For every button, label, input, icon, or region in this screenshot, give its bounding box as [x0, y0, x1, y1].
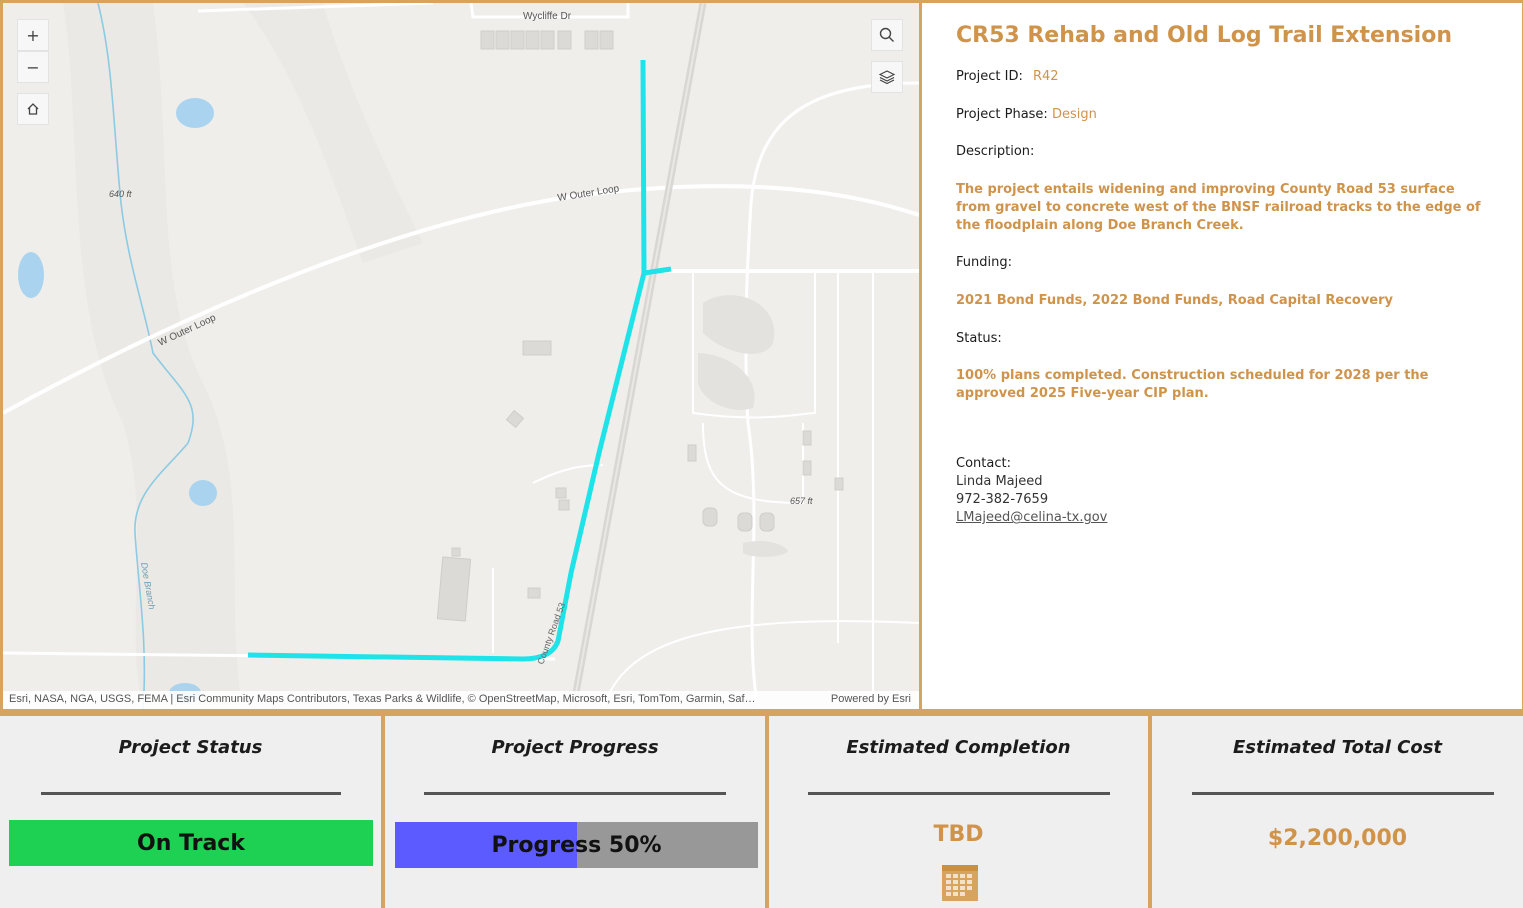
contact-name: Linda Majeed — [956, 474, 1043, 490]
status-text: 100% plans completed. Construction sched… — [956, 368, 1429, 402]
card-project-progress: Project Progress Progress 50% — [385, 716, 765, 908]
card-title-status: Project Status — [118, 737, 263, 758]
project-phase-value: Design — [1051, 106, 1097, 122]
funding-label: Funding: — [956, 255, 1012, 271]
calendar-icon — [942, 865, 978, 901]
search-button[interactable] — [871, 19, 903, 51]
attribution-text[interactable]: Esri, NASA, NGA, USGS, FEMA | Esri Commu… — [9, 693, 756, 705]
card-estimated-completion: Estimated Completion TBD — [769, 716, 1148, 908]
contact-block: Contact: Linda Majeed 972-382-7659 LMaje… — [956, 455, 1492, 527]
zoom-in-icon: + — [26, 25, 40, 45]
divider — [1192, 792, 1494, 795]
status-badge: On Track — [9, 820, 373, 866]
card-title-progress: Project Progress — [491, 737, 659, 758]
layers-button[interactable] — [871, 61, 903, 93]
divider — [808, 792, 1110, 795]
project-title: CR53 Rehab and Old Log Trail Extension — [956, 23, 1452, 48]
project-phase-row: Project Phase: Design — [956, 106, 1492, 124]
map-canvas[interactable]: Wycliffe Dr W Outer Loop W Outer Loop 64… — [3, 3, 919, 709]
map-attribution: Esri, NASA, NGA, USGS, FEMA | Esri Commu… — [3, 691, 919, 709]
powered-by-esri[interactable]: Powered by Esri — [831, 693, 911, 705]
map-label-elevation-640: 640 ft — [109, 189, 132, 199]
card-estimated-total-cost: Estimated Total Cost $2,200,000 — [1152, 716, 1523, 908]
divider — [41, 792, 341, 795]
layers-icon — [879, 70, 895, 85]
project-phase-label: Project Phase: — [956, 106, 1048, 122]
status-label: Status: — [956, 330, 1002, 346]
cost-value: $2,200,000 — [1267, 826, 1408, 851]
contact-email-link[interactable]: LMajeed@celina-tx.gov — [956, 509, 1492, 527]
description-label: Description: — [956, 144, 1035, 160]
completion-value: TBD — [933, 822, 984, 847]
project-id-label: Project ID: — [956, 69, 1023, 84]
project-id-value: R42 — [1032, 69, 1059, 84]
zoom-out-button[interactable]: − — [17, 51, 49, 83]
contact-label: Contact: — [956, 456, 1011, 472]
zoom-out-icon: − — [26, 57, 40, 77]
funding-text: 2021 Bond Funds, 2022 Bond Funds, Road C… — [956, 293, 1393, 308]
description-text: The project entails widening and improvi… — [956, 181, 1481, 233]
map-label-wycliffe: Wycliffe Dr — [523, 11, 572, 22]
card-title-completion: Estimated Completion — [846, 737, 1071, 758]
search-icon — [879, 27, 894, 42]
card-project-status: Project Status On Track — [0, 716, 381, 908]
card-title-cost: Estimated Total Cost — [1232, 737, 1443, 758]
summary-cards: Project Status On Track Project Progress… — [0, 712, 1523, 908]
project-info-panel: CR53 Rehab and Old Log Trail Extension P… — [922, 0, 1523, 712]
project-id-row: Project ID: R42 — [956, 68, 1492, 86]
map-panel[interactable]: Wycliffe Dr W Outer Loop W Outer Loop 64… — [0, 0, 922, 712]
contact-phone: 972-382-7659 — [956, 492, 1049, 508]
home-icon — [27, 103, 39, 115]
progress-label: Progress 50% — [491, 832, 662, 858]
progress-bar: Progress 50% — [395, 822, 758, 868]
zoom-in-button[interactable]: + — [17, 19, 49, 51]
map-label-elevation-657: 657 ft — [790, 496, 813, 506]
divider — [424, 792, 726, 795]
home-button[interactable] — [17, 93, 49, 125]
